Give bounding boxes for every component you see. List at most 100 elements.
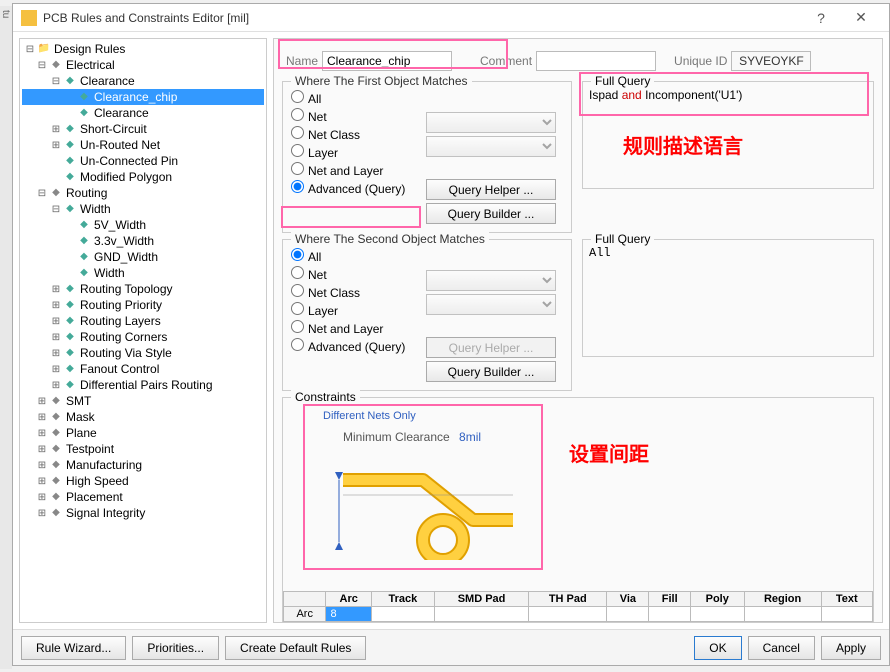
tree-node-routing-corners[interactable]: ◆Routing Corners bbox=[22, 329, 264, 345]
node-label: Un-Connected Pin bbox=[78, 153, 178, 169]
match-option-advanced-query-[interactable]: Advanced (Query) bbox=[291, 180, 426, 196]
match-option-net-and-layer[interactable]: Net and Layer bbox=[291, 162, 426, 178]
tree-node-design-rules[interactable]: 📁Design Rules bbox=[22, 41, 264, 57]
tree-node-width[interactable]: ◆Width bbox=[22, 265, 264, 281]
tree-node-routing-via-style[interactable]: ◆Routing Via Style bbox=[22, 345, 264, 361]
expand-icon[interactable] bbox=[24, 40, 36, 58]
tree-node-differential-pairs-routing[interactable]: ◆Differential Pairs Routing bbox=[22, 377, 264, 393]
tree-node-plane[interactable]: ◆Plane bbox=[22, 425, 264, 441]
node-icon: ◆ bbox=[48, 506, 64, 520]
tree-node-routing-layers[interactable]: ◆Routing Layers bbox=[22, 313, 264, 329]
col-Poly[interactable]: Poly bbox=[690, 592, 744, 607]
rule-wizard-button[interactable]: Rule Wizard... bbox=[21, 636, 126, 660]
node-label: Plane bbox=[64, 425, 97, 441]
tree-node-routing[interactable]: ◆Routing bbox=[22, 185, 264, 201]
ok-button[interactable]: OK bbox=[694, 636, 741, 660]
comment-label: Comment bbox=[480, 54, 532, 68]
tree-node-clearance[interactable]: ◆Clearance bbox=[22, 105, 264, 121]
comment-input[interactable] bbox=[536, 51, 656, 71]
full-query-text-1[interactable]: Ispad and Incomponent('U1') bbox=[589, 88, 867, 103]
query-builder-button-2[interactable]: Query Builder ... bbox=[426, 361, 556, 382]
node-icon: ◆ bbox=[48, 474, 64, 488]
window-title: PCB Rules and Constraints Editor [mil] bbox=[43, 11, 801, 25]
tree-node-un-routed-net[interactable]: ◆Un-Routed Net bbox=[22, 137, 264, 153]
match-option-net[interactable]: Net bbox=[291, 266, 426, 282]
constraint-mode[interactable]: Different Nets Only bbox=[323, 410, 523, 422]
cell-empty[interactable] bbox=[529, 607, 607, 622]
col-Fill[interactable]: Fill bbox=[649, 592, 690, 607]
tree-node-placement[interactable]: ◆Placement bbox=[22, 489, 264, 505]
clearance-matrix[interactable]: ArcTrackSMD PadTH PadViaFillPolyRegionTe… bbox=[283, 591, 873, 622]
tree-node-modified-polygon[interactable]: ◆Modified Polygon bbox=[22, 169, 264, 185]
col-Text[interactable]: Text bbox=[821, 592, 872, 607]
col-blank[interactable] bbox=[284, 592, 326, 607]
match-option-net-class[interactable]: Net Class bbox=[291, 126, 426, 142]
match-option-layer[interactable]: Layer bbox=[291, 302, 426, 318]
name-input[interactable] bbox=[322, 51, 452, 71]
match-option-net-and-layer[interactable]: Net and Layer bbox=[291, 320, 426, 336]
match-option-net[interactable]: Net bbox=[291, 108, 426, 124]
match-option-net-class[interactable]: Net Class bbox=[291, 284, 426, 300]
row-label[interactable]: Arc bbox=[284, 607, 326, 622]
tree-node-mask[interactable]: ◆Mask bbox=[22, 409, 264, 425]
tree-node-testpoint[interactable]: ◆Testpoint bbox=[22, 441, 264, 457]
col-Via[interactable]: Via bbox=[607, 592, 649, 607]
cancel-button[interactable]: Cancel bbox=[748, 636, 815, 660]
cell-arc-arc[interactable]: 8 bbox=[326, 607, 372, 622]
cell-empty[interactable] bbox=[690, 607, 744, 622]
tree-node-manufacturing[interactable]: ◆Manufacturing bbox=[22, 457, 264, 473]
col-Region[interactable]: Region bbox=[744, 592, 821, 607]
help-button[interactable]: ? bbox=[801, 6, 841, 30]
tree-node-smt[interactable]: ◆SMT bbox=[22, 393, 264, 409]
col-TH Pad[interactable]: TH Pad bbox=[529, 592, 607, 607]
expand-icon[interactable] bbox=[36, 184, 48, 202]
match-option-advanced-query-[interactable]: Advanced (Query) bbox=[291, 338, 426, 354]
close-button[interactable]: ✕ bbox=[841, 6, 881, 30]
query-builder-button-1[interactable]: Query Builder ... bbox=[426, 203, 556, 224]
expand-icon[interactable] bbox=[36, 56, 48, 74]
expand-icon[interactable] bbox=[50, 200, 62, 218]
tree-node-clearance-chip[interactable]: ◆Clearance_chip bbox=[22, 89, 264, 105]
tree-node-routing-topology[interactable]: ◆Routing Topology bbox=[22, 281, 264, 297]
min-clearance-value[interactable]: 8mil bbox=[459, 430, 481, 444]
expand-icon[interactable] bbox=[50, 136, 62, 154]
node-label: Routing bbox=[64, 185, 107, 201]
tree-node-signal-integrity[interactable]: ◆Signal Integrity bbox=[22, 505, 264, 521]
tree-node-3-3v-width[interactable]: ◆3.3v_Width bbox=[22, 233, 264, 249]
cell-empty[interactable] bbox=[371, 607, 434, 622]
match-option-layer[interactable]: Layer bbox=[291, 144, 426, 160]
match-option-all[interactable]: All bbox=[291, 90, 426, 106]
full-query-text-2[interactable]: All bbox=[589, 246, 867, 260]
cell-empty[interactable] bbox=[744, 607, 821, 622]
col-SMD Pad[interactable]: SMD Pad bbox=[434, 592, 528, 607]
rules-tree[interactable]: 📁Design Rules◆Electrical◆Clearance◆Clear… bbox=[19, 38, 267, 623]
tree-node-clearance[interactable]: ◆Clearance bbox=[22, 73, 264, 89]
tree-node-un-connected-pin[interactable]: ◆Un-Connected Pin bbox=[22, 153, 264, 169]
cell-empty[interactable] bbox=[607, 607, 649, 622]
tree-node-5v-width[interactable]: ◆5V_Width bbox=[22, 217, 264, 233]
cell-empty[interactable] bbox=[434, 607, 528, 622]
expand-icon[interactable] bbox=[36, 504, 48, 522]
tree-node-routing-priority[interactable]: ◆Routing Priority bbox=[22, 297, 264, 313]
expand-icon[interactable] bbox=[50, 376, 62, 394]
tree-node-gnd-width[interactable]: ◆GND_Width bbox=[22, 249, 264, 265]
col-Arc[interactable]: Arc bbox=[326, 592, 372, 607]
priorities-button[interactable]: Priorities... bbox=[132, 636, 219, 660]
node-icon: ◆ bbox=[76, 266, 92, 280]
create-default-rules-button[interactable]: Create Default Rules bbox=[225, 636, 366, 660]
tree-node-fanout-control[interactable]: ◆Fanout Control bbox=[22, 361, 264, 377]
tree-node-electrical[interactable]: ◆Electrical bbox=[22, 57, 264, 73]
tree-node-short-circuit[interactable]: ◆Short-Circuit bbox=[22, 121, 264, 137]
expand-icon[interactable] bbox=[50, 72, 62, 90]
node-label: Routing Layers bbox=[78, 313, 161, 329]
cell-empty[interactable] bbox=[821, 607, 872, 622]
tree-node-high-speed[interactable]: ◆High Speed bbox=[22, 473, 264, 489]
apply-button[interactable]: Apply bbox=[821, 636, 881, 660]
tree-node-width[interactable]: ◆Width bbox=[22, 201, 264, 217]
query-helper-button-1[interactable]: Query Helper ... bbox=[426, 179, 556, 200]
left-dock-tab[interactable]: tu bbox=[0, 6, 11, 22]
col-Track[interactable]: Track bbox=[371, 592, 434, 607]
cell-empty[interactable] bbox=[649, 607, 690, 622]
node-icon: ◆ bbox=[76, 234, 92, 248]
match-option-all[interactable]: All bbox=[291, 248, 426, 264]
